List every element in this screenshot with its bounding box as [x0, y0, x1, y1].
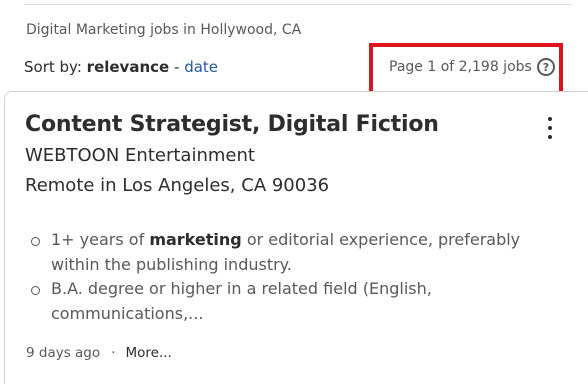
search-context-label: Digital Marketing jobs in Hollywood, CA — [26, 22, 302, 38]
help-icon-glyph: ? — [542, 60, 550, 74]
top-divider — [24, 4, 572, 5]
kebab-dot — [548, 135, 552, 139]
job-title[interactable]: Content Strategist, Digital Fiction — [25, 112, 439, 137]
more-options-icon[interactable] — [538, 115, 562, 141]
more-link[interactable]: More... — [125, 345, 171, 361]
snippet-item: B.A. degree or higher in a related field… — [30, 277, 550, 326]
sort-separator: - — [173, 58, 180, 76]
sort-relevance-active: relevance — [86, 58, 170, 76]
posted-date: 9 days ago — [26, 345, 101, 361]
sort-by-date-link[interactable]: date — [184, 58, 218, 76]
kebab-dot — [548, 126, 552, 130]
footer-separator: · — [111, 345, 116, 361]
job-snippet: 1+ years of marketing or editorial exper… — [30, 228, 550, 326]
job-location: Remote in Los Angeles, CA 90036 — [25, 175, 330, 196]
sort-prefix: Sort by: — [24, 58, 82, 76]
snippet-item: 1+ years of marketing or editorial exper… — [30, 228, 550, 277]
snippet-text: 1+ years of — [51, 230, 145, 249]
kebab-dot — [548, 117, 552, 121]
company-name: WEBTOON Entertainment — [25, 145, 255, 166]
page-count: Page 1 of 2,198 jobs — [389, 59, 532, 75]
help-icon[interactable]: ? — [537, 58, 555, 76]
sort-row: Sort by: relevance - date — [24, 58, 218, 76]
job-footer: 9 days ago · More... — [26, 345, 172, 361]
snippet-text: B.A. degree or higher in a related field… — [51, 279, 432, 323]
snippet-keyword: marketing — [149, 230, 242, 249]
